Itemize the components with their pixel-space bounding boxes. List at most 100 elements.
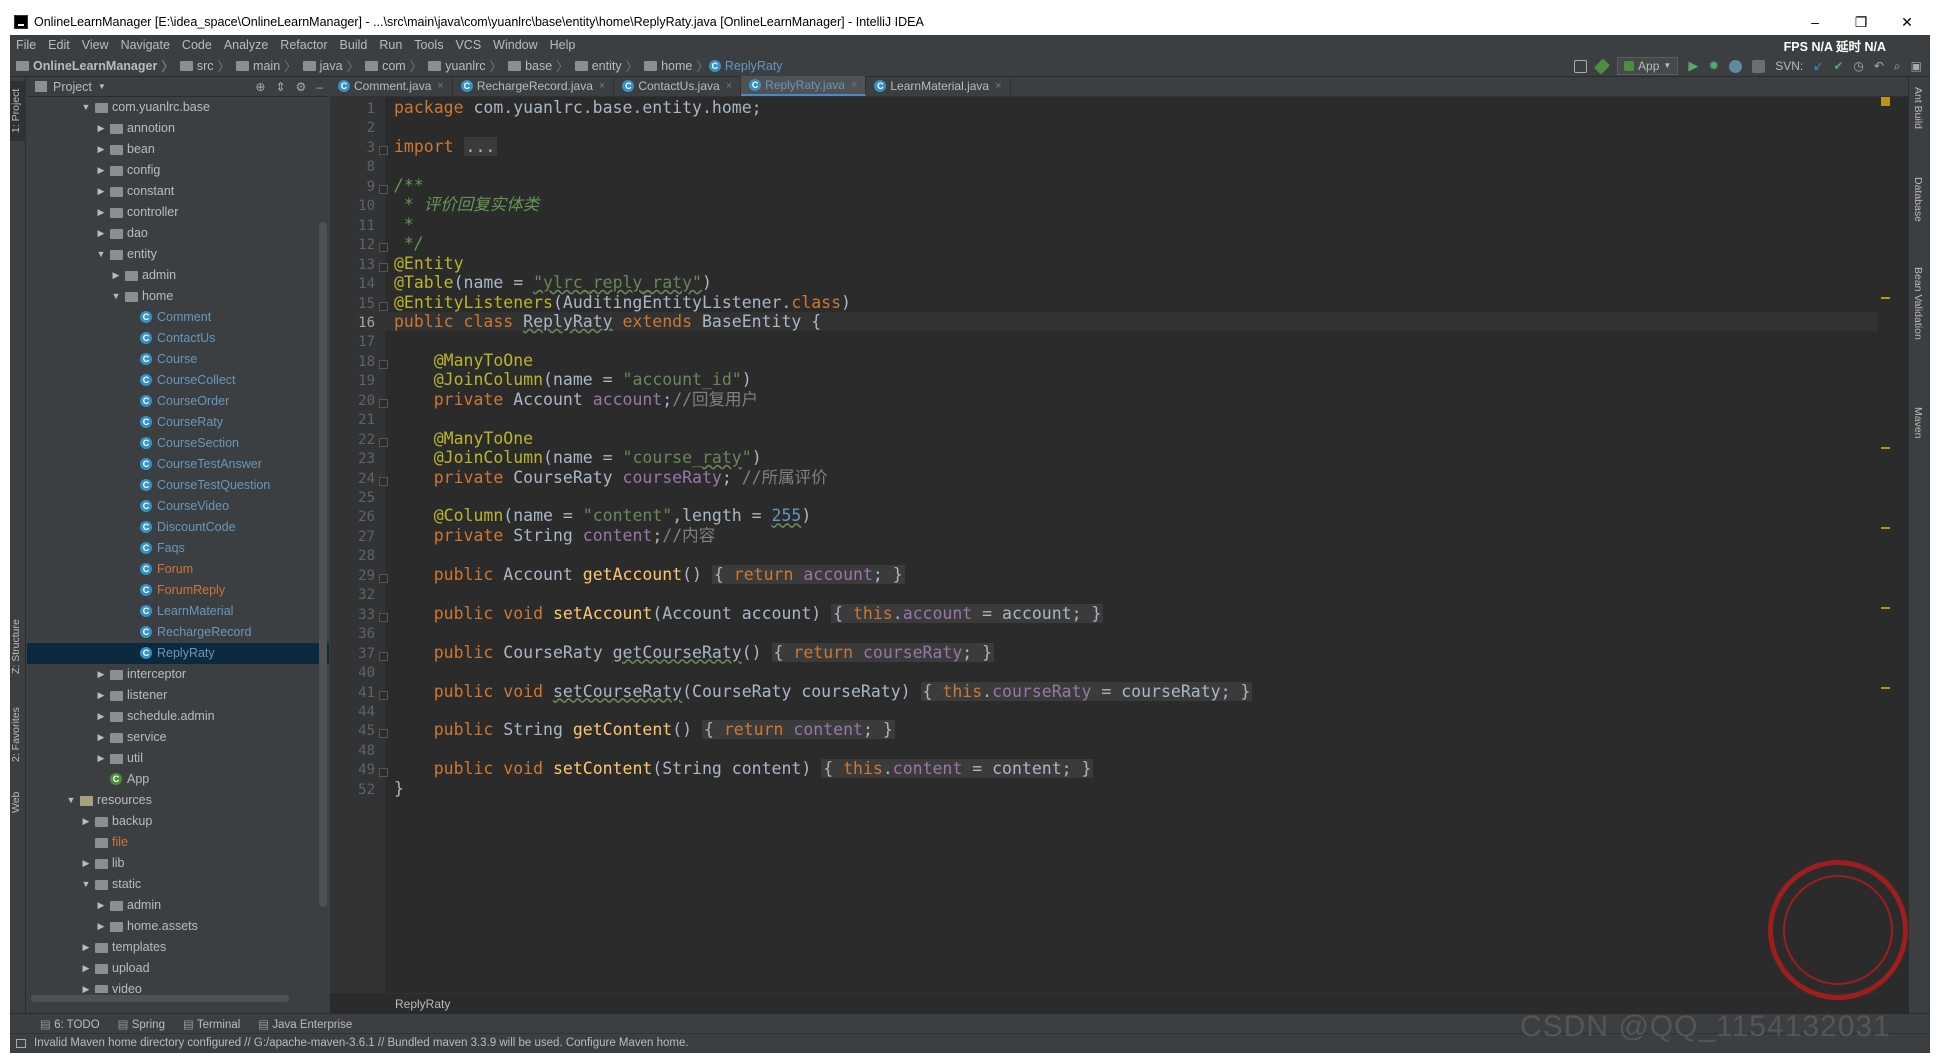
tab-database[interactable]: Database (1912, 177, 1924, 222)
tab-project[interactable]: 1: Project (10, 81, 26, 141)
menu-item-navigate[interactable]: Navigate (115, 38, 176, 52)
breadcrumb-item[interactable]: src 〉 (174, 56, 230, 75)
code-line[interactable]: private Account account;//回复用户 (394, 390, 758, 409)
fold-marker-icon[interactable] (379, 476, 388, 486)
chevron-right-icon[interactable]: ▶ (81, 958, 91, 979)
tool-window--todo[interactable]: ▤ 6: TODO (40, 1017, 100, 1031)
status-toggle-icon[interactable] (16, 1039, 26, 1048)
tree-node-app[interactable]: C App (27, 769, 329, 790)
fold-marker-icon[interactable] (379, 729, 388, 739)
code-line[interactable]: public void setAccount(Account account) … (394, 603, 1104, 623)
chevron-down-icon[interactable]: ▼ (98, 82, 106, 91)
hide-icon[interactable]: – (316, 80, 323, 94)
chevron-right-icon[interactable]: ▶ (81, 937, 91, 958)
tree-node-annotion[interactable]: ▶ annotion (27, 118, 329, 139)
chevron-right-icon[interactable]: ▶ (96, 685, 106, 706)
tree-node-coursecollect[interactable]: C CourseCollect (27, 370, 329, 391)
menu-item-edit[interactable]: Edit (42, 38, 76, 52)
tree-horizontal-scrollbar[interactable] (31, 995, 289, 1002)
tree-node-video[interactable]: ▶ video (27, 979, 329, 993)
code-line[interactable]: import ... (394, 136, 498, 156)
code-line[interactable]: public CourseRaty getCourseRaty() { retu… (394, 642, 995, 662)
chevron-right-icon[interactable]: ▶ (96, 160, 106, 181)
close-icon[interactable]: × (851, 75, 857, 95)
tree-scrollbar[interactable] (319, 222, 327, 907)
tree-node-lib[interactable]: ▶ lib (27, 853, 329, 874)
tree-node-coursetestquestion[interactable]: C CourseTestQuestion (27, 475, 329, 496)
search-icon[interactable]: ⌕ (1894, 59, 1901, 74)
code-line[interactable]: @Table(name = "ylrc_reply_raty") (394, 273, 712, 292)
project-structure-icon[interactable] (1574, 59, 1588, 73)
build-hammer-icon[interactable] (1593, 57, 1611, 75)
chevron-down-icon[interactable]: ▼ (66, 790, 76, 811)
tree-node-com-yuanlrc-base[interactable]: ▼ com.yuanlrc.base (27, 97, 329, 118)
close-button[interactable]: ✕ (1884, 9, 1930, 35)
chevron-right-icon[interactable]: ▶ (96, 664, 106, 685)
menu-item-window[interactable]: Window (487, 38, 543, 52)
breadcrumb-item[interactable]: OnlineLearnManager 〉 (10, 56, 174, 75)
tree-node-bean[interactable]: ▶ bean (27, 139, 329, 160)
maximize-button[interactable]: ❐ (1838, 9, 1884, 35)
tab-maven[interactable]: Maven (1912, 407, 1924, 439)
code-line[interactable]: private CourseRaty courseRaty; //所属评价 (394, 468, 828, 487)
tree-node-constant[interactable]: ▶ constant (27, 181, 329, 202)
code-line[interactable]: @Entity (394, 254, 464, 273)
revert-icon[interactable]: ↶ (1874, 59, 1884, 73)
tree-node-util[interactable]: ▶ util (27, 748, 329, 769)
tree-node-static[interactable]: ▼ static (27, 874, 329, 895)
tree-node-home[interactable]: ▼ home (27, 286, 329, 307)
editor-tab-contactus[interactable]: C ContactUs.java × (614, 76, 742, 96)
breadcrumb-item[interactable]: com 〉 (359, 56, 422, 75)
menu-item-view[interactable]: View (76, 38, 115, 52)
code-line[interactable]: public String getContent() { return cont… (394, 720, 895, 740)
tree-node-comment[interactable]: C Comment (27, 307, 329, 328)
code-line[interactable]: public class ReplyRaty extends BaseEntit… (394, 312, 821, 331)
chevron-right-icon[interactable]: ▶ (96, 223, 106, 244)
collapse-icon[interactable]: ⇕ (275, 80, 285, 94)
editor-tab-comment[interactable]: C Comment.java × (330, 76, 453, 96)
tree-node-upload[interactable]: ▶ upload (27, 958, 329, 979)
code-line[interactable]: package com.yuanlrc.base.entity.home; (394, 98, 762, 117)
close-icon[interactable]: × (726, 76, 732, 96)
breadcrumb-item[interactable]: java 〉 (297, 56, 359, 75)
tree-node-controller[interactable]: ▶ controller (27, 202, 329, 223)
code-line[interactable]: * 评价回复实体类 (394, 195, 539, 214)
fold-marker-icon[interactable] (379, 262, 388, 272)
code-line[interactable]: @EntityListeners(AuditingEntityListener.… (394, 293, 851, 312)
stop-icon[interactable] (1752, 59, 1766, 73)
tree-node-interceptor[interactable]: ▶ interceptor (27, 664, 329, 685)
project-panel-title[interactable]: Project (53, 80, 92, 94)
warning-mark[interactable] (1881, 297, 1890, 299)
tree-node-replyraty[interactable]: C ReplyRaty (27, 643, 329, 664)
svn-commit-icon[interactable]: ✔ (1833, 59, 1843, 73)
code-line[interactable]: @ManyToOne (394, 429, 533, 448)
fold-marker-icon[interactable] (379, 398, 388, 408)
tree-node-rechargerecord[interactable]: C RechargeRecord (27, 622, 329, 643)
breadcrumb-item[interactable]: C ReplyRaty (708, 59, 783, 73)
tree-node-templates[interactable]: ▶ templates (27, 937, 329, 958)
editor-tab-rechargerecord[interactable]: C RechargeRecord.java × (453, 76, 615, 96)
tree-node-schedule-admin[interactable]: ▶ schedule.admin (27, 706, 329, 727)
code-line[interactable]: public void setCourseRaty(CourseRaty cou… (394, 681, 1253, 701)
menu-item-file[interactable]: File (10, 38, 42, 52)
chevron-down-icon[interactable]: ▼ (96, 244, 106, 265)
tree-node-entity[interactable]: ▼ entity (27, 244, 329, 265)
menu-item-run[interactable]: Run (373, 38, 408, 52)
tree-node-coursevideo[interactable]: C CourseVideo (27, 496, 329, 517)
close-icon[interactable]: × (437, 76, 443, 96)
chevron-right-icon[interactable]: ▶ (81, 811, 91, 832)
fold-marker-icon[interactable] (379, 184, 388, 194)
menu-item-tools[interactable]: Tools (408, 38, 449, 52)
chevron-right-icon[interactable]: ▶ (96, 202, 106, 223)
ide-assistant-icon[interactable]: ▣ (1911, 59, 1922, 73)
tab-structure[interactable]: Z: Structure (10, 612, 26, 682)
chevron-right-icon[interactable]: ▶ (96, 895, 106, 916)
tree-node-contactus[interactable]: C ContactUs (27, 328, 329, 349)
fold-marker-icon[interactable] (379, 437, 388, 447)
tree-node-learnmaterial[interactable]: C LearnMaterial (27, 601, 329, 622)
fold-marker-icon[interactable] (379, 768, 388, 778)
chevron-right-icon[interactable]: ▶ (96, 181, 106, 202)
chevron-down-icon[interactable]: ▼ (111, 286, 121, 307)
fold-marker-icon[interactable] (379, 145, 388, 155)
tab-ant-build[interactable]: Ant Build (1912, 87, 1924, 129)
